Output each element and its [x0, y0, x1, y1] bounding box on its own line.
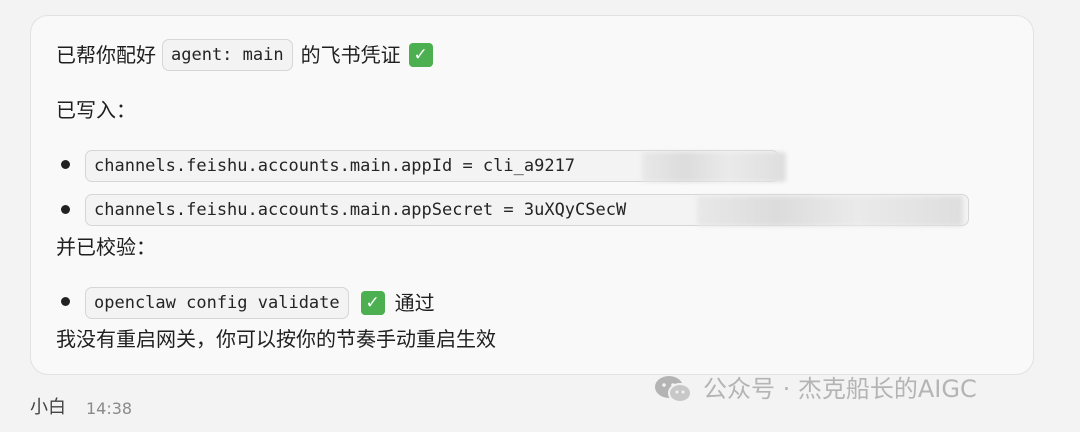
- bullet-icon: [61, 160, 70, 169]
- validated-item: openclaw config validate ✓ 通过: [85, 287, 435, 319]
- validated-status-text: 通过: [394, 291, 435, 315]
- bullet-icon: [61, 297, 70, 306]
- check-mark-icon: ✓: [408, 43, 433, 67]
- chat-view: 已帮你配好 agent: main 的飞书凭证 ✓ 已写入： channels.…: [0, 0, 1080, 432]
- watermark-text: 公众号 · 杰克船长的AIGC: [703, 375, 977, 403]
- redaction-blur: [697, 196, 963, 226]
- validate-command-chip: openclaw config validate: [85, 287, 349, 319]
- message-time: 14:38: [86, 399, 133, 418]
- redaction-blur: [642, 152, 786, 182]
- written-label: 已写入：: [56, 98, 136, 122]
- config-prefix-text: 已帮你配好: [56, 43, 156, 67]
- sender-name: 小白: [30, 397, 66, 418]
- validated-label: 并已校验：: [56, 235, 156, 259]
- restart-note: 我没有重启网关，你可以按你的节奏手动重启生效: [56, 327, 496, 351]
- wechat-icon: [655, 376, 692, 403]
- check-mark-icon: ✓: [360, 291, 385, 315]
- config-suffix-text: 的飞书凭证: [300, 43, 401, 67]
- watermark: 公众号 · 杰克船长的AIGC: [653, 372, 977, 406]
- agent-code-chip: agent: main: [162, 39, 293, 71]
- message-line-config: 已帮你配好 agent: main 的飞书凭证 ✓: [56, 39, 433, 71]
- bullet-icon: [61, 205, 70, 214]
